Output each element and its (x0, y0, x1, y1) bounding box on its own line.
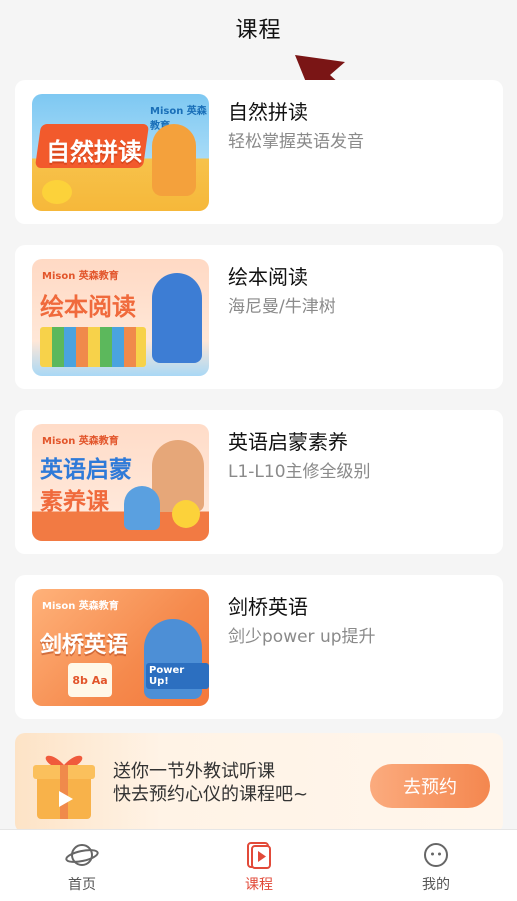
course-subtitle: 海尼曼/牛津树 (228, 297, 336, 317)
course-subtitle: L1-L10主修全级别 (228, 462, 371, 482)
course-thumb-reading: Mison 英森教育 绘本阅读 (32, 259, 209, 376)
tab-courses[interactable]: 课程 (199, 840, 319, 894)
books-illustration (40, 327, 146, 367)
kid-illustration (152, 124, 196, 196)
gift-icon (33, 755, 95, 819)
course-thumb-phonics: Mison 英森教育 自然拼读 (32, 94, 209, 211)
mascot-icon (42, 180, 72, 204)
course-title: 自然拼读 (228, 100, 308, 124)
course-card-cambridge[interactable]: Mison 英森教育 剑桥英语 8b Aa Power Up! 剑桥英语 剑少p… (15, 575, 503, 719)
course-title: 绘本阅读 (228, 265, 308, 289)
bottom-tab-bar: 首页 课程 我的 (0, 829, 517, 901)
course-thumb-enlightenment: Mison 英森教育 英语启蒙 素养课 (32, 424, 209, 541)
course-card-enlightenment[interactable]: Mison 英森教育 英语启蒙 素养课 英语启蒙素养 L1-L10主修全级别 (15, 410, 503, 554)
header: 课程 (0, 0, 517, 56)
course-subtitle: 轻松掌握英语发音 (228, 132, 364, 152)
course-card-phonics[interactable]: Mison 英森教育 自然拼读 自然拼读 轻松掌握英语发音 (15, 80, 503, 224)
page-title: 课程 (235, 18, 282, 43)
banner-text: 送你一节外教试听课 快去预约心仪的课程吧~ (113, 761, 309, 805)
power-up-badge: Power Up! (146, 663, 209, 689)
course-title: 英语启蒙素养 (228, 430, 348, 454)
planet-icon (65, 844, 99, 866)
letters-illustration: 8b Aa (68, 663, 112, 697)
child-illustration (124, 486, 160, 530)
book-button[interactable]: 去预约 (370, 764, 490, 808)
face-icon (424, 843, 448, 867)
course-card-reading[interactable]: Mison 英森教育 绘本阅读 绘本阅读 海尼曼/牛津树 (15, 245, 503, 389)
girl-illustration (152, 273, 202, 363)
course-subtitle: 剑少power up提升 (228, 627, 376, 647)
tab-mine[interactable]: 我的 (376, 840, 496, 894)
courses-play-icon (247, 842, 271, 869)
tab-home[interactable]: 首页 (22, 840, 142, 894)
course-thumb-cambridge: Mison 英森教育 剑桥英语 8b Aa Power Up! (32, 589, 209, 706)
course-title: 剑桥英语 (228, 595, 308, 619)
mascot-icon (172, 500, 200, 528)
trial-class-banner: 送你一节外教试听课 快去预约心仪的课程吧~ 去预约 (15, 733, 503, 833)
